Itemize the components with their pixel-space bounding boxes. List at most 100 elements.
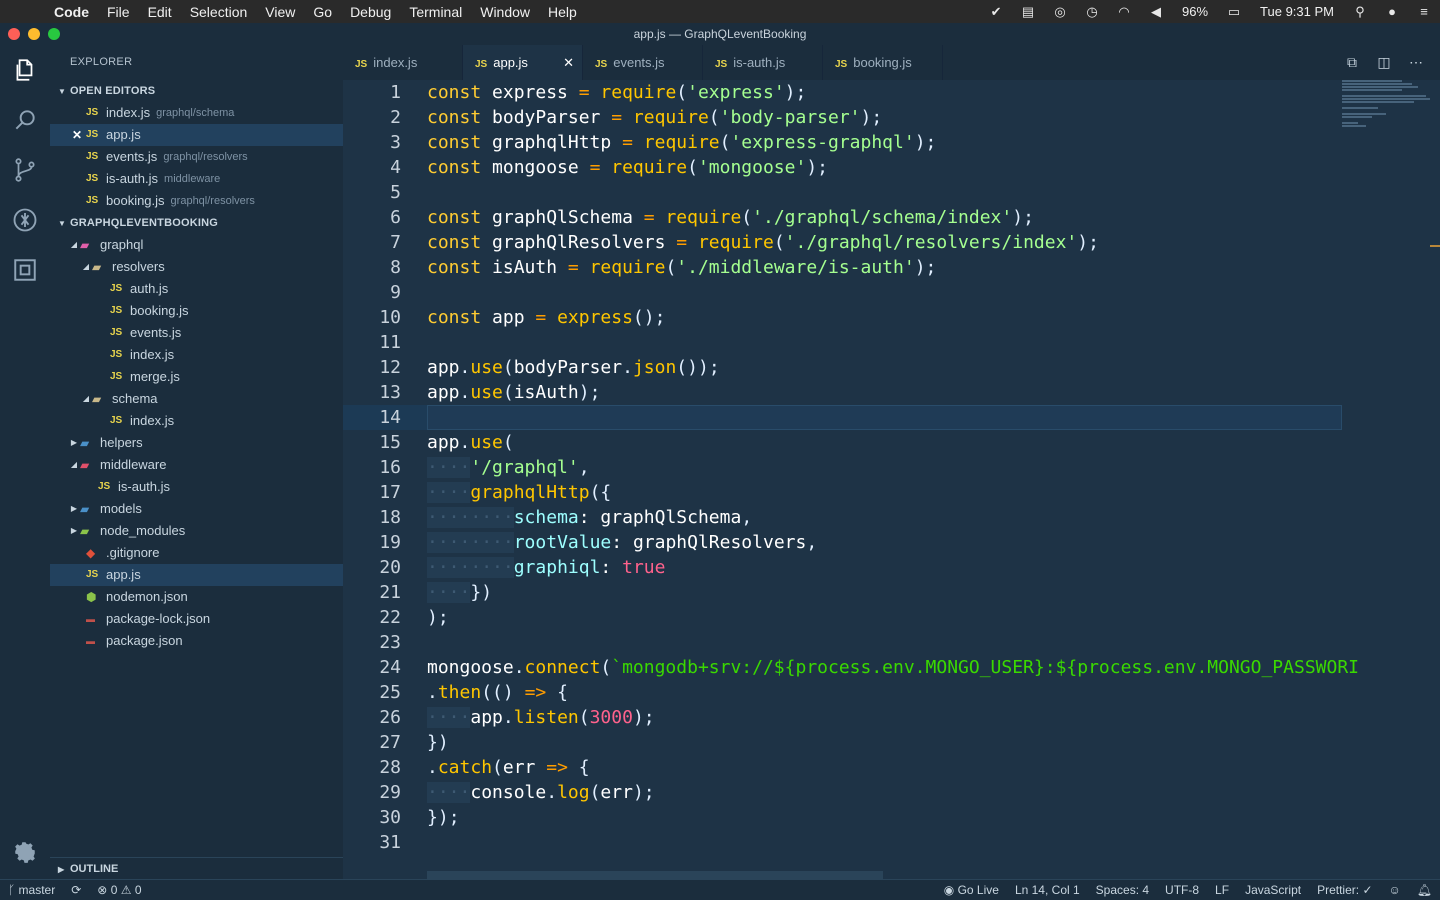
cursor-position[interactable]: Ln 14, Col 1 (1007, 883, 1088, 897)
code-line[interactable]: 27}) (343, 730, 1342, 755)
tree-folder-helpers[interactable]: ▶ ▰ helpers (50, 432, 343, 454)
tab-events-js[interactable]: JS events.js (583, 45, 703, 80)
open-editor-item[interactable]: JS index.js graphql/schema (50, 102, 343, 124)
indentation[interactable]: Spaces: 4 (1088, 883, 1157, 897)
tab-app-js[interactable]: JS app.js ✕ (463, 45, 583, 80)
horizontal-scrollbar[interactable] (427, 871, 883, 879)
minimap[interactable] (1342, 80, 1430, 140)
code-line[interactable]: 14 (343, 405, 1342, 430)
close-window-button[interactable] (8, 28, 20, 40)
tree-folder-schema[interactable]: ◢ ▰ schema (50, 388, 343, 410)
wifi-tray-icon[interactable]: ◠ (1108, 4, 1140, 20)
notifications-bell-icon[interactable]: 🔔︎ (1409, 883, 1440, 897)
prettier-status[interactable]: Prettier: ✓ (1309, 883, 1380, 897)
code-line[interactable]: 28 .catch(err => { (343, 755, 1342, 780)
go-live-button[interactable]: ◉ Go Live (936, 883, 1007, 897)
code-line[interactable]: 30}); (343, 805, 1342, 830)
tree-folder-node-modules[interactable]: ▶ ▰ node_modules (50, 520, 343, 542)
code-line[interactable]: 13 app.use(isAuth); (343, 380, 1342, 405)
open-editor-item[interactable]: JS booking.js graphql/resolvers (50, 190, 343, 212)
code-line[interactable]: 29 ····console.log(err); (343, 780, 1342, 805)
siri-icon[interactable]: ● (1376, 4, 1408, 19)
volume-tray-icon[interactable]: ◀ (1140, 4, 1172, 20)
code-line[interactable]: 8 const isAuth = require('./middleware/is… (343, 255, 1342, 280)
minimize-window-button[interactable] (28, 28, 40, 40)
tree-file[interactable]: JS merge.js (50, 366, 343, 388)
menu-help[interactable]: Help (539, 4, 586, 20)
language-mode[interactable]: JavaScript (1237, 883, 1309, 897)
split-editor-icon[interactable]: ◫ (1368, 54, 1400, 71)
tab-index-js[interactable]: JS index.js (343, 45, 463, 80)
tree-file[interactable]: ⬢ nodemon.json (50, 586, 343, 608)
search-icon[interactable] (0, 95, 50, 145)
menu-debug[interactable]: Debug (341, 4, 400, 20)
open-editor-item[interactable]: JS is-auth.js middleware (50, 168, 343, 190)
menu-app-name[interactable]: Code (54, 4, 98, 20)
code-editor[interactable]: 1 const express = require('express'); 2 con… (343, 80, 1440, 879)
menu-file[interactable]: File (98, 4, 139, 20)
encoding[interactable]: UTF-8 (1157, 883, 1207, 897)
tree-file[interactable]: JS events.js (50, 322, 343, 344)
code-line[interactable]: 1 const express = require('express'); (343, 80, 1342, 105)
close-tab-icon[interactable]: ✕ (563, 45, 574, 80)
close-icon[interactable]: ✕ (72, 124, 86, 146)
tree-file[interactable]: ▬ package.json (50, 630, 343, 652)
code-line[interactable]: 3 const graphqlHttp = require('express-gr… (343, 130, 1342, 155)
code-line[interactable]: 18 ········schema: graphQlSchema, (343, 505, 1342, 530)
menu-terminal[interactable]: Terminal (400, 4, 471, 20)
docker-tray-icon[interactable]: ▤ (1012, 4, 1044, 20)
source-control-icon[interactable] (0, 145, 50, 195)
menu-selection[interactable]: Selection (181, 4, 257, 20)
extensions-icon[interactable] (0, 245, 50, 295)
code-line[interactable]: 4 const mongoose = require('mongoose'); (343, 155, 1342, 180)
time-machine-tray-icon[interactable]: ◷ (1076, 4, 1108, 20)
code-line[interactable]: 15 app.use( (343, 430, 1342, 455)
more-actions-icon[interactable]: ⋯ (1400, 54, 1432, 71)
tab-booking-js[interactable]: JS booking.js (823, 45, 943, 80)
code-line[interactable]: 11 (343, 330, 1342, 355)
debug-icon[interactable] (0, 195, 50, 245)
code-line[interactable]: 9 (343, 280, 1342, 305)
menu-view[interactable]: View (256, 4, 304, 20)
code-line[interactable]: 24 mongoose.connect(`mongodb+srv://${proc… (343, 655, 1359, 680)
code-line[interactable]: 2 const bodyParser = require('body-parser… (343, 105, 1342, 130)
code-line[interactable]: 25 .then(() => { (343, 680, 1342, 705)
code-line[interactable]: 17 ····graphqlHttp({ (343, 480, 1342, 505)
code-line[interactable]: 26 ····app.listen(3000); (343, 705, 1342, 730)
sync-icon[interactable]: ⟳ (63, 883, 89, 897)
code-line[interactable]: 23 (343, 630, 1342, 655)
settings-gear-icon[interactable] (0, 827, 50, 877)
feedback-smiley-icon[interactable]: ☺ (1381, 883, 1409, 897)
clock[interactable]: Tue 9:31 PM (1250, 4, 1344, 19)
tree-folder-models[interactable]: ▶ ▰ models (50, 498, 343, 520)
code-line[interactable]: 7 const graphQlResolvers = require('./gra… (343, 230, 1342, 255)
code-line[interactable]: 20 ········graphiql: true (343, 555, 1342, 580)
tree-file[interactable]: ▬ package-lock.json (50, 608, 343, 630)
checkmark-tray-icon[interactable]: ✔ (980, 4, 1012, 20)
menu-go[interactable]: Go (304, 4, 341, 20)
code-line[interactable]: 16 ····'/graphql', (343, 455, 1342, 480)
open-editor-item[interactable]: JS events.js graphql/resolvers (50, 146, 343, 168)
tree-folder-graphql[interactable]: ◢ ▰ graphql (50, 234, 343, 256)
menu-edit[interactable]: Edit (139, 4, 181, 20)
code-line[interactable]: 22); (343, 605, 1342, 630)
problems-indicator[interactable]: ⊗ 0 ⚠ 0 (89, 883, 149, 897)
notification-center-icon[interactable]: ≡ (1408, 4, 1440, 19)
code-line[interactable]: 19 ········rootValue: graphQlResolvers, (343, 530, 1342, 555)
tab-is-auth-js[interactable]: JS is-auth.js (703, 45, 823, 80)
code-line[interactable]: 6 const graphQlSchema = require('./graphq… (343, 205, 1342, 230)
tree-file[interactable]: JS index.js (50, 344, 343, 366)
tree-file[interactable]: JS index.js (50, 410, 343, 432)
code-line[interactable]: 31 (343, 830, 1342, 855)
tree-folder-middleware[interactable]: ◢ ▰ middleware (50, 454, 343, 476)
git-branch[interactable]: ᚴ master (0, 883, 63, 897)
tree-file[interactable]: JS is-auth.js (50, 476, 343, 498)
zoom-window-button[interactable] (48, 28, 60, 40)
code-line[interactable]: 12 app.use(bodyParser.json()); (343, 355, 1342, 380)
tree-file[interactable]: JS auth.js (50, 278, 343, 300)
end-of-line[interactable]: LF (1207, 883, 1237, 897)
tree-file[interactable]: ◆ .gitignore (50, 542, 343, 564)
project-header[interactable]: ▼ GRAPHQLEVENTBOOKING (50, 212, 343, 234)
creative-cloud-tray-icon[interactable]: ◎ (1044, 4, 1076, 20)
outline-header[interactable]: ▶ OUTLINE (50, 857, 343, 879)
